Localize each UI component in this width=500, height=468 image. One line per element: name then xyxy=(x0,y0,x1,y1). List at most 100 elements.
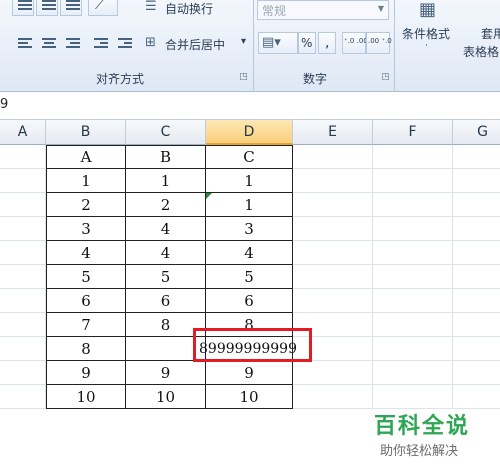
table-cell[interactable]: 6 xyxy=(206,289,293,313)
table-cell[interactable]: 8 xyxy=(46,337,126,361)
table-cell[interactable]: 7 xyxy=(46,313,126,337)
table-cell[interactable] xyxy=(293,169,373,193)
table-cell[interactable] xyxy=(0,241,46,265)
percent-button[interactable]: % xyxy=(298,32,316,54)
table-cell[interactable] xyxy=(373,289,453,313)
column-header-c[interactable]: C xyxy=(126,120,206,145)
table-cell[interactable]: 4 xyxy=(206,241,293,265)
table-cell[interactable] xyxy=(0,313,46,337)
align-bottom-button[interactable] xyxy=(60,0,82,16)
table-cell[interactable] xyxy=(373,385,453,409)
table-cell[interactable] xyxy=(373,241,453,265)
formula-bar[interactable]: 9 xyxy=(0,92,500,120)
table-cell[interactable] xyxy=(293,265,373,289)
table-cell[interactable]: 1 xyxy=(46,169,126,193)
table-cell[interactable] xyxy=(293,145,373,169)
merge-center-dropdown-icon[interactable]: ▾ xyxy=(241,36,246,47)
orientation-button[interactable]: ⟋ xyxy=(88,0,118,16)
table-cell[interactable] xyxy=(293,217,373,241)
table-cell[interactable] xyxy=(0,385,46,409)
table-cell[interactable] xyxy=(0,289,46,313)
table-cell[interactable]: 6 xyxy=(46,289,126,313)
column-header-g[interactable]: G xyxy=(453,120,500,145)
table-cell[interactable]: 5 xyxy=(46,265,126,289)
comma-button[interactable]: , xyxy=(318,32,336,54)
table-cell[interactable]: 4 xyxy=(46,241,126,265)
decrease-indent-button[interactable] xyxy=(88,32,110,54)
table-cell[interactable] xyxy=(373,169,453,193)
table-cell[interactable] xyxy=(293,289,373,313)
table-cell[interactable]: 10 xyxy=(46,385,126,409)
table-cell[interactable] xyxy=(453,313,500,337)
table-cell[interactable] xyxy=(0,337,46,361)
table-cell[interactable] xyxy=(373,217,453,241)
table-cell[interactable]: 2 xyxy=(126,193,206,217)
table-cell[interactable]: 10 xyxy=(126,385,206,409)
table-cell[interactable] xyxy=(0,265,46,289)
table-cell[interactable] xyxy=(373,337,453,361)
table-cell[interactable] xyxy=(0,145,46,169)
table-cell[interactable] xyxy=(453,361,500,385)
decrease-decimal-button[interactable]: .00 ⁺.0 xyxy=(366,32,392,54)
table-cell[interactable] xyxy=(0,193,46,217)
align-middle-button[interactable] xyxy=(36,0,58,16)
table-cell[interactable] xyxy=(453,337,500,361)
table-cell[interactable] xyxy=(453,169,500,193)
table-cell[interactable] xyxy=(453,265,500,289)
table-cell[interactable] xyxy=(453,385,500,409)
table-cell[interactable]: B xyxy=(126,145,206,169)
number-format-combo[interactable]: 常规 ▼ xyxy=(257,0,389,20)
merge-center-button[interactable]: ⊞ 合并后居中 ▾ xyxy=(142,32,254,54)
format-as-table-button[interactable]: 套用 表格格 xyxy=(462,0,500,60)
column-header-f[interactable]: F xyxy=(373,120,453,145)
column-header-e[interactable]: E xyxy=(293,120,373,145)
conditional-format-button[interactable]: ▦ 条件格式 · xyxy=(398,0,462,60)
table-cell[interactable]: 1 xyxy=(126,169,206,193)
align-left-button[interactable] xyxy=(12,32,34,54)
table-cell[interactable] xyxy=(293,193,373,217)
currency-format-button[interactable]: ▤▾ xyxy=(258,32,298,54)
table-cell[interactable]: 3 xyxy=(206,217,293,241)
table-cell[interactable] xyxy=(453,145,500,169)
table-cell[interactable]: 9 xyxy=(206,361,293,385)
table-cell[interactable] xyxy=(293,361,373,385)
wrap-text-button[interactable]: ☰ 自动换行 xyxy=(142,0,252,18)
table-cell[interactable] xyxy=(373,145,453,169)
alignment-launcher-icon[interactable]: ◳ xyxy=(238,72,249,83)
table-cell[interactable] xyxy=(453,217,500,241)
table-cell[interactable] xyxy=(293,241,373,265)
table-cell[interactable] xyxy=(453,193,500,217)
table-cell[interactable] xyxy=(293,385,373,409)
align-center-button[interactable] xyxy=(36,32,58,54)
table-cell[interactable]: 2 xyxy=(46,193,126,217)
increase-decimal-button[interactable]: ⁺.0 .00 xyxy=(342,32,368,54)
table-cell[interactable]: 10 xyxy=(206,385,293,409)
table-cell[interactable] xyxy=(0,217,46,241)
table-cell[interactable] xyxy=(453,241,500,265)
table-cell[interactable] xyxy=(0,361,46,385)
column-header-a[interactable]: A xyxy=(0,120,46,145)
column-header-d[interactable]: D xyxy=(206,120,293,145)
table-cell[interactable]: 5 xyxy=(206,265,293,289)
align-right-button[interactable] xyxy=(60,32,82,54)
table-cell[interactable]: 6 xyxy=(126,289,206,313)
table-cell[interactable] xyxy=(453,289,500,313)
table-cell[interactable]: 4 xyxy=(126,217,206,241)
table-cell[interactable]: 9 xyxy=(126,361,206,385)
table-cell[interactable] xyxy=(373,193,453,217)
column-header-b[interactable]: B xyxy=(46,120,126,145)
table-cell[interactable]: 1 xyxy=(206,193,293,217)
align-top-button[interactable] xyxy=(12,0,34,16)
table-cell[interactable]: 9 xyxy=(46,361,126,385)
table-cell[interactable]: 4 xyxy=(126,241,206,265)
table-cell[interactable] xyxy=(373,313,453,337)
table-cell[interactable]: 3 xyxy=(46,217,126,241)
table-cell[interactable] xyxy=(373,265,453,289)
table-cell[interactable]: A xyxy=(46,145,126,169)
table-cell[interactable] xyxy=(0,169,46,193)
table-cell[interactable]: 1 xyxy=(206,169,293,193)
table-cell[interactable]: C xyxy=(206,145,293,169)
number-launcher-icon[interactable]: ◳ xyxy=(380,72,391,83)
table-cell[interactable]: 5 xyxy=(126,265,206,289)
increase-indent-button[interactable] xyxy=(112,32,134,54)
